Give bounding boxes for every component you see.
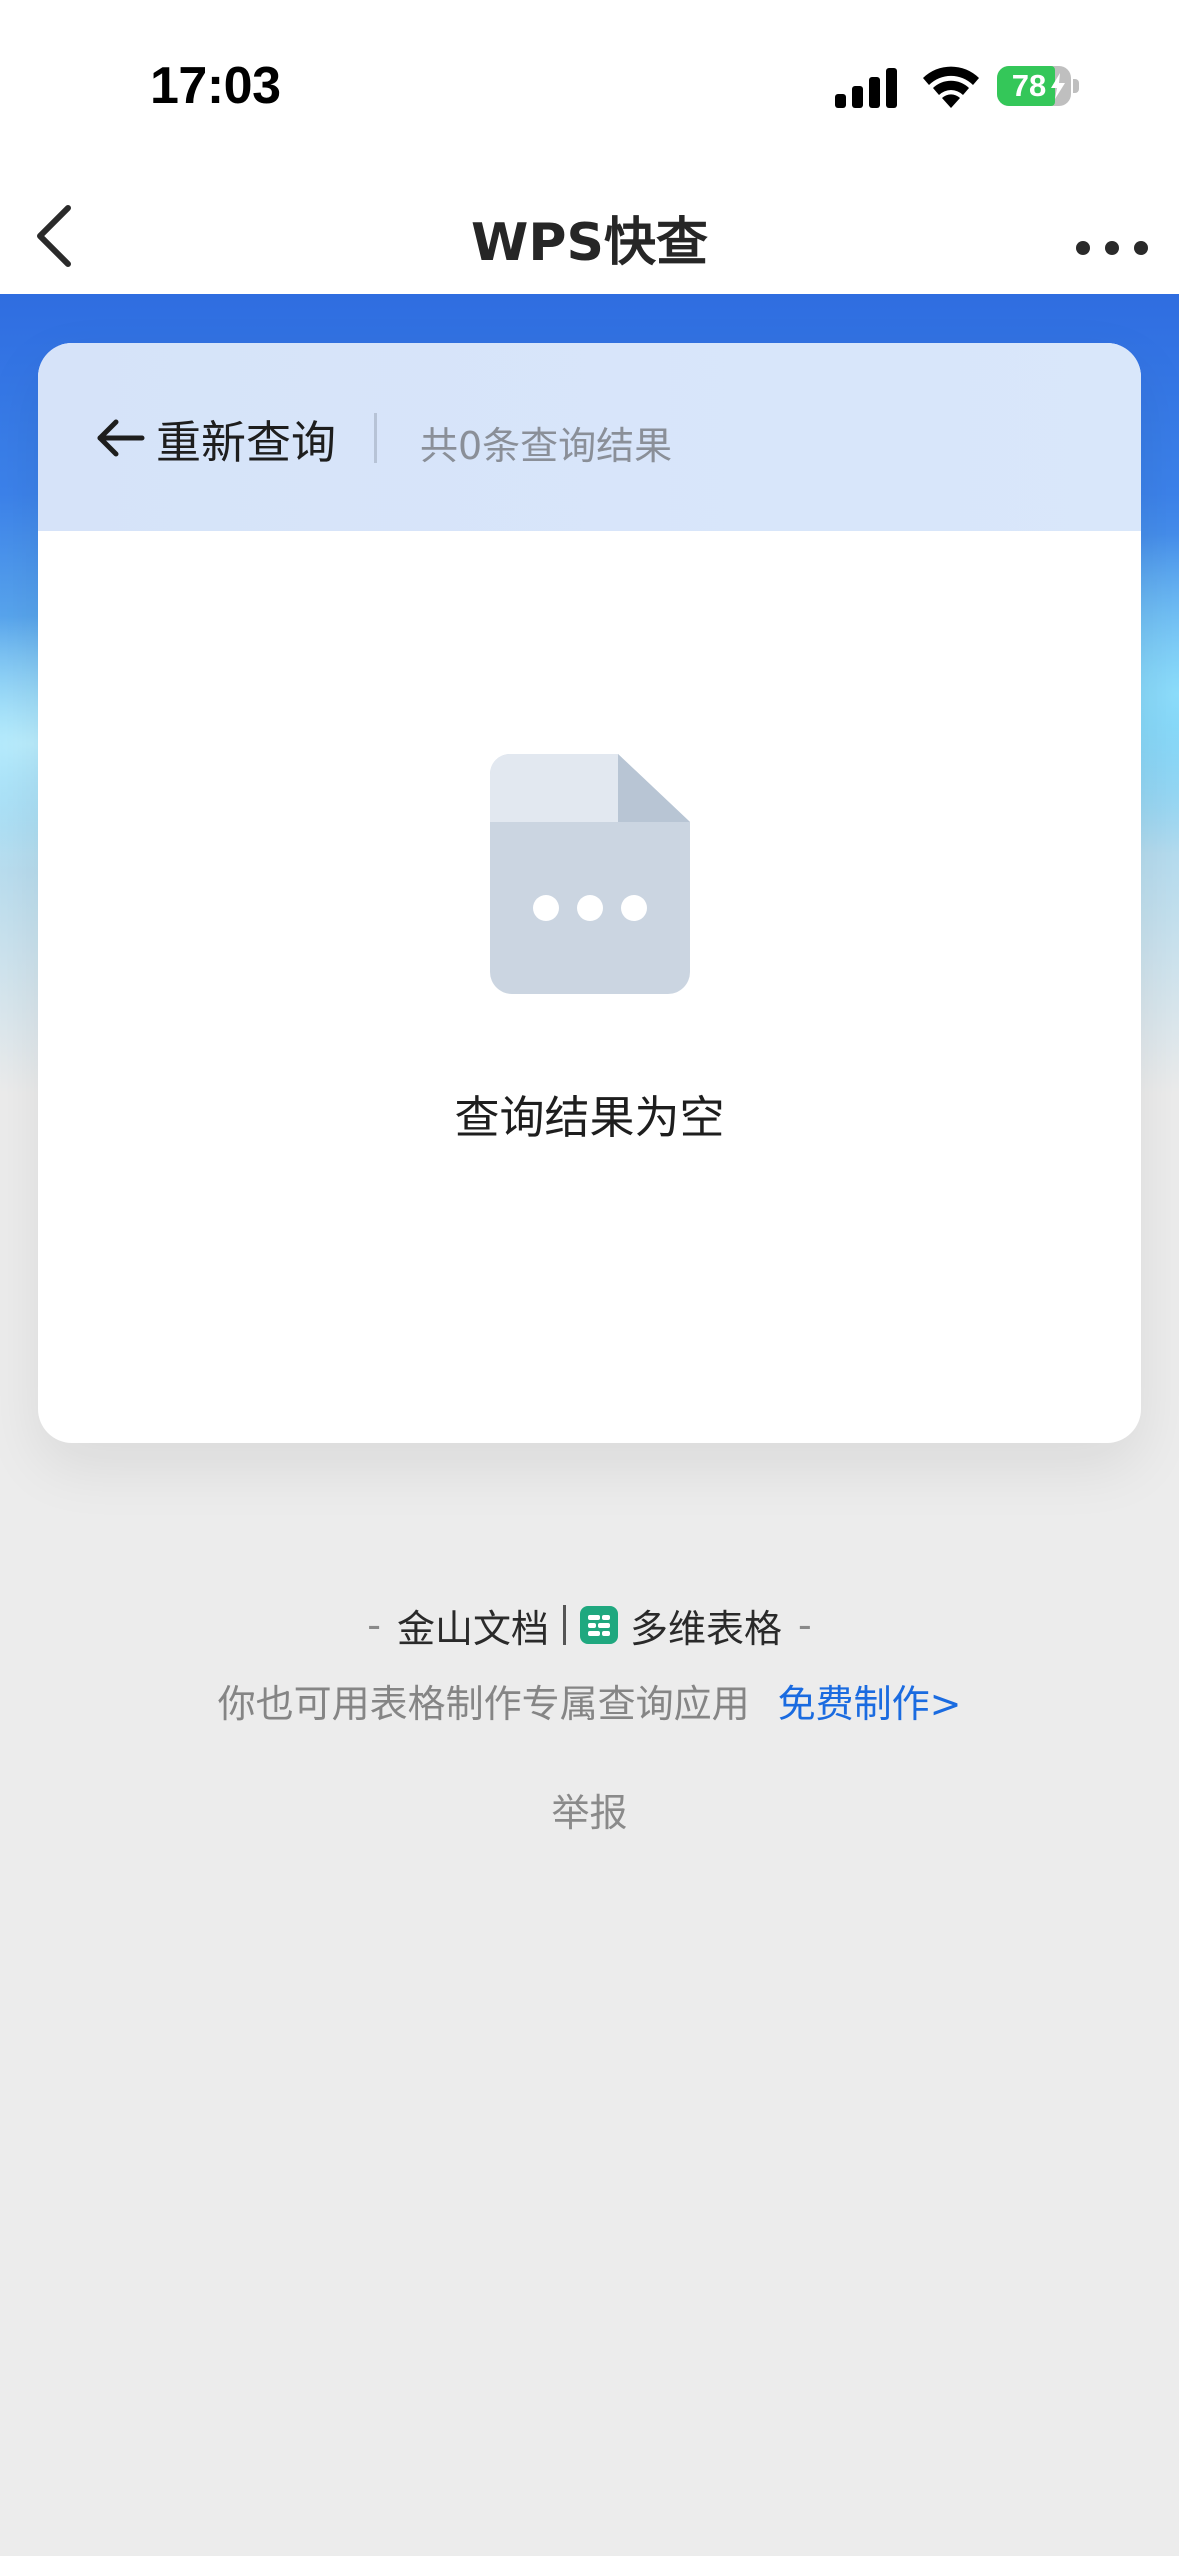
- card-header: 重新查询 共0条查询结果: [38, 343, 1141, 531]
- requery-button[interactable]: 重新查询: [92, 405, 336, 471]
- result-count: 共0条查询结果: [420, 424, 673, 468]
- promo-line: 你也可用表格制作专属查询应用 免费制作>: [0, 1672, 1179, 1728]
- battery-icon: 78: [997, 66, 1079, 106]
- brand-dash-left: -: [367, 1603, 381, 1647]
- brand-multidim-sheet: 多维表格: [630, 1606, 783, 1651]
- requery-label: 重新查询: [156, 415, 337, 469]
- status-bar: 17:03 78: [0, 0, 1179, 170]
- page-title: WPS快查: [471, 213, 708, 273]
- empty-document-icon: [490, 754, 690, 994]
- brand-separator: [563, 1605, 566, 1645]
- empty-state-text: 查询结果为空: [454, 1091, 725, 1144]
- status-time: 17:03: [150, 57, 281, 115]
- report-link[interactable]: 举报: [0, 1782, 1179, 1837]
- signal-icon: [835, 68, 897, 108]
- multidimensional-sheet-icon: [580, 1606, 618, 1644]
- brand-line: - 金山文档 多维表格 -: [0, 1597, 1179, 1653]
- wifi-icon: [923, 66, 979, 108]
- brand-dash-right: -: [798, 1603, 812, 1647]
- nav-bar: WPS快查: [0, 170, 1179, 294]
- battery-cap: [1073, 79, 1079, 93]
- brand-kdocs: 金山文档: [396, 1606, 549, 1651]
- free-create-link[interactable]: 免费制作>: [778, 1673, 962, 1728]
- promo-text: 你也可用表格制作专属查询应用: [217, 1681, 750, 1726]
- arrow-left-icon: [97, 419, 145, 457]
- header-divider: [374, 413, 377, 463]
- more-horizontal-icon[interactable]: [1067, 192, 1157, 276]
- result-card: 重新查询 共0条查询结果 查询结果为空: [38, 343, 1141, 1443]
- charging-bolt-icon: [1051, 73, 1065, 99]
